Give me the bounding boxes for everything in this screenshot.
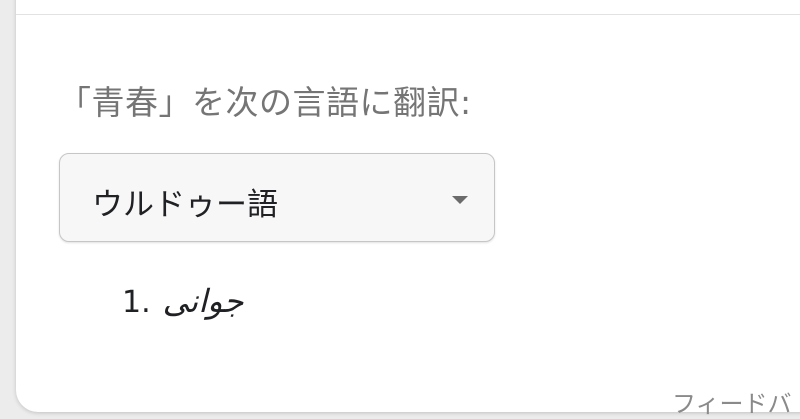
caret-down-icon xyxy=(452,196,468,204)
language-select-value: ウルドゥー語 xyxy=(92,187,278,223)
feedback-link[interactable]: フィードバ xyxy=(672,384,792,419)
translation-result-item: 1. جوانی xyxy=(122,282,243,320)
result-number: 1. xyxy=(122,285,151,320)
language-select[interactable]: ウルドゥー語 xyxy=(59,153,495,242)
page: 「青春」を次の言語に翻訳: ウルドゥー語 1. جوانی フィードバ xyxy=(0,0,800,419)
top-divider xyxy=(16,14,800,15)
result-text: جوانی xyxy=(162,282,244,320)
translate-prompt: 「青春」を次の言語に翻訳: xyxy=(58,83,472,122)
